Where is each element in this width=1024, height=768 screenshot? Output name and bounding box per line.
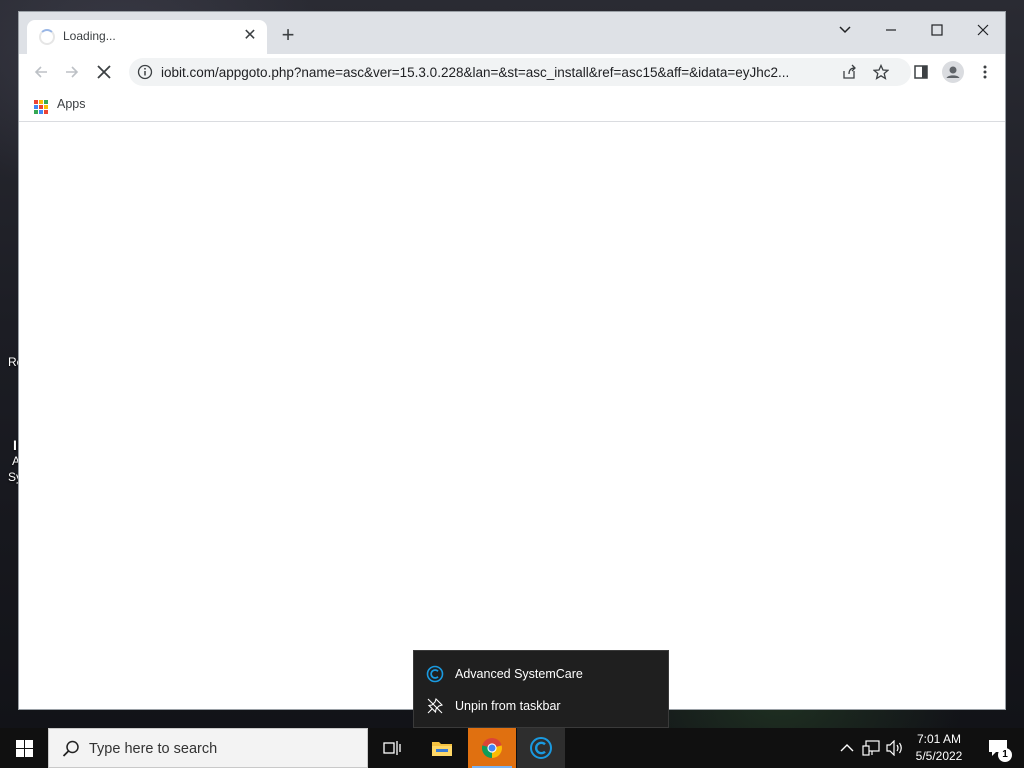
search-placeholder: Type here to search xyxy=(89,741,218,757)
taskbar-search-box[interactable]: Type here to search xyxy=(48,728,368,768)
back-arrow-icon xyxy=(34,66,47,78)
jump-list-label: Advanced SystemCare xyxy=(455,667,583,681)
tab-search-button[interactable] xyxy=(822,16,868,44)
minimize-icon xyxy=(886,29,896,31)
profile-avatar-icon xyxy=(942,61,964,83)
advanced-systemcare-icon xyxy=(530,737,552,759)
search-icon xyxy=(62,740,79,757)
jump-list-item-advanced-systemcare[interactable]: Advanced SystemCare xyxy=(414,659,668,689)
chevron-down-icon xyxy=(839,26,851,34)
apps-grid-dot xyxy=(44,110,48,114)
taskbar-jump-list: Advanced SystemCare Unpin from taskbar xyxy=(413,650,669,728)
file-explorer-icon xyxy=(432,742,452,756)
loading-spinner-icon xyxy=(39,29,55,45)
desktop-icon-label[interactable]: I xyxy=(13,437,17,453)
apps-shortcut[interactable]: Apps xyxy=(57,97,86,111)
page-content[interactable] xyxy=(19,123,1005,709)
notification-count-badge: 1 xyxy=(998,748,1012,762)
advanced-systemcare-taskbar-button[interactable] xyxy=(517,728,565,768)
profile-button[interactable] xyxy=(941,60,965,84)
chrome-taskbar-button[interactable] xyxy=(468,728,516,768)
url-text[interactable]: iobit.com/appgoto.php?name=asc&ver=15.3.… xyxy=(161,65,831,80)
maximize-button[interactable] xyxy=(914,16,960,44)
bookmark-star-icon[interactable] xyxy=(872,63,890,81)
unpin-icon xyxy=(426,697,444,715)
tab-strip: Loading... ✕ + xyxy=(19,12,1005,54)
volume-icon[interactable] xyxy=(885,738,905,758)
menu-button[interactable] xyxy=(973,60,997,84)
stop-icon xyxy=(97,65,111,79)
task-view-icon xyxy=(383,741,401,755)
apps-grid-dot xyxy=(44,105,48,109)
minimize-button[interactable] xyxy=(868,16,914,44)
chrome-window: Loading... ✕ + iobit.com/appgoto.php?nam xyxy=(18,11,1006,710)
forward-button[interactable] xyxy=(60,60,84,84)
task-view-button[interactable] xyxy=(368,728,416,768)
apps-grid-dot xyxy=(44,100,48,104)
start-button[interactable] xyxy=(0,728,48,768)
apps-grid-dot xyxy=(34,110,38,114)
taskbar: Type here to search 7:01 AM 5/5/2022 1 xyxy=(0,728,1024,768)
maximize-icon xyxy=(931,24,943,36)
network-icon[interactable] xyxy=(861,738,881,758)
bookmarks-bar: Apps xyxy=(19,90,1005,122)
apps-grid-dot xyxy=(39,110,43,114)
side-panel-icon xyxy=(914,65,928,79)
system-clock[interactable]: 7:01 AM 5/5/2022 xyxy=(908,731,970,765)
file-explorer-button[interactable] xyxy=(418,728,466,768)
address-bar[interactable]: iobit.com/appgoto.php?name=asc&ver=15.3.… xyxy=(129,58,911,86)
info-icon xyxy=(137,64,153,80)
jump-list-label: Unpin from taskbar xyxy=(455,699,561,713)
forward-arrow-icon xyxy=(66,66,79,78)
close-icon xyxy=(977,24,989,36)
jump-list-item-unpin[interactable]: Unpin from taskbar xyxy=(414,691,668,721)
side-panel-button[interactable] xyxy=(909,60,933,84)
apps-grid-dot xyxy=(39,100,43,104)
clock-time: 7:01 AM xyxy=(916,732,962,746)
apps-grid-dot xyxy=(34,105,38,109)
tab-close-icon[interactable]: ✕ xyxy=(241,27,259,45)
new-tab-button[interactable]: + xyxy=(277,24,299,47)
tab-title: Loading... xyxy=(63,29,116,43)
back-button[interactable] xyxy=(29,60,53,84)
tab-loading[interactable]: Loading... ✕ xyxy=(27,20,267,54)
windows-logo-icon xyxy=(15,739,33,757)
show-hidden-icons-chevron-up-icon[interactable] xyxy=(837,738,857,758)
apps-grid-dot xyxy=(39,105,43,109)
advanced-systemcare-icon xyxy=(426,665,444,683)
close-window-button[interactable] xyxy=(960,16,1005,44)
chrome-icon xyxy=(481,738,503,758)
apps-grid-icon[interactable] xyxy=(34,100,48,114)
share-icon[interactable] xyxy=(840,63,858,81)
apps-grid-dot xyxy=(34,100,38,104)
action-center-button[interactable]: 1 xyxy=(978,728,1018,768)
stop-loading-button[interactable] xyxy=(92,60,116,84)
clock-date: 5/5/2022 xyxy=(915,749,963,763)
kebab-menu-icon xyxy=(983,65,987,79)
browser-toolbar: iobit.com/appgoto.php?name=asc&ver=15.3.… xyxy=(19,54,1005,90)
